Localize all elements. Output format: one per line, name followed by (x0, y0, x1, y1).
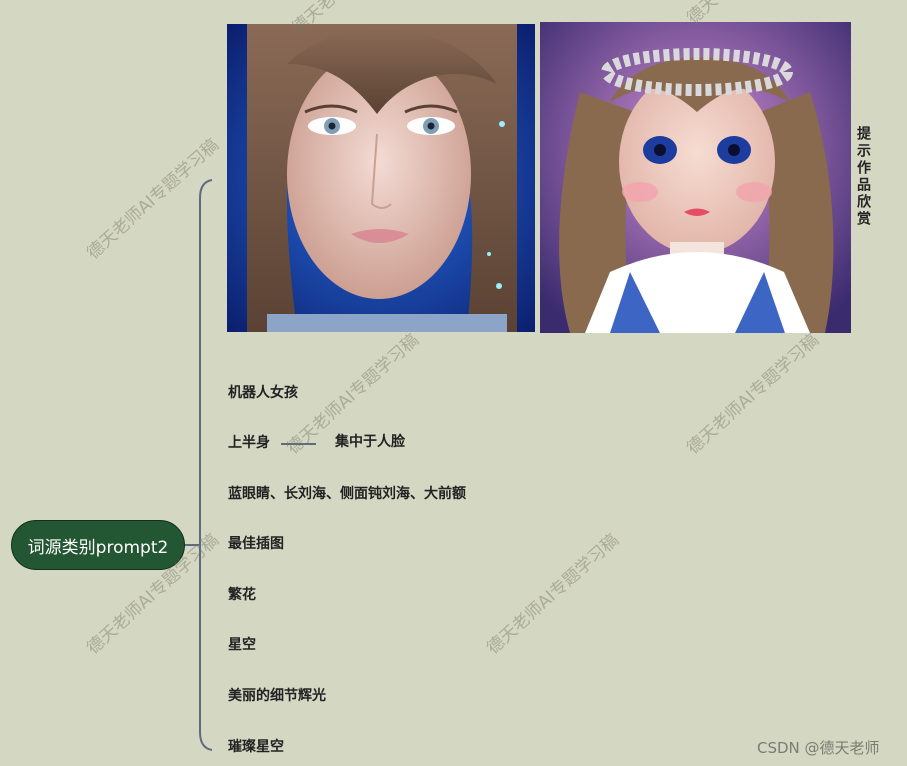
sub-branch-label[interactable]: 集中于人脸 (335, 433, 405, 451)
bracket (199, 179, 213, 751)
branch-label[interactable]: 机器人女孩 (228, 384, 298, 402)
root-node[interactable]: 词源类别prompt2 (11, 520, 185, 570)
footer-credit: CSDN @德天老师 (757, 739, 880, 757)
branch-label[interactable]: 星空 (228, 636, 256, 654)
branch-label[interactable]: 最佳插图 (228, 535, 284, 553)
branch-label[interactable]: 美丽的细节辉光 (228, 687, 326, 705)
branch-label[interactable]: 璀璨星空 (228, 738, 284, 756)
branch-label[interactable]: 上半身 (228, 434, 270, 452)
branch-label[interactable]: 繁花 (228, 586, 256, 604)
branch-label[interactable]: 蓝眼睛、长刘海、侧面钝刘海、大前额 (228, 485, 466, 503)
mindmap-connectors (185, 179, 316, 751)
